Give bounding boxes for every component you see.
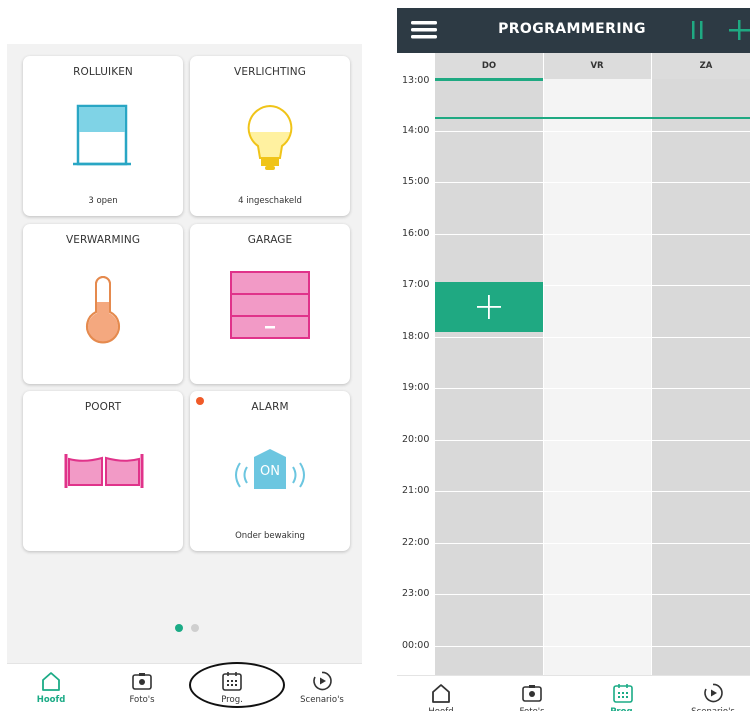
- tab-label: Scenario's: [300, 695, 344, 705]
- tile-garage[interactable]: GARAGE: [190, 224, 350, 384]
- add-icon[interactable]: [729, 19, 750, 41]
- bottom-tab-bar: Hoofd Foto's Prog. S: [7, 663, 362, 711]
- programmering-screen: PROGRAMMERING DO VR ZA 13:00 14:00 15:00 16…: [397, 8, 750, 711]
- hour-label: 18:00: [402, 331, 430, 342]
- current-time-line: [435, 117, 750, 119]
- tab-label: Foto's: [129, 695, 155, 705]
- tile-status: Onder bewaking: [235, 531, 305, 541]
- garage-door-icon: [230, 271, 310, 339]
- day-header: DO: [435, 53, 543, 79]
- tab-fotos[interactable]: Foto's: [497, 676, 567, 711]
- tab-label: Hoofd: [406, 707, 476, 711]
- page-title: PROGRAMMERING: [498, 21, 646, 37]
- tab-hoofd[interactable]: Hoofd: [16, 664, 86, 712]
- hour-line: [435, 234, 750, 235]
- play-icon: [704, 683, 723, 703]
- calendar-icon: [613, 684, 633, 703]
- home-screen: ROLLUIKEN 3 open VERLICHTING 4 ingeschak…: [7, 44, 362, 711]
- play-icon: [313, 671, 332, 691]
- camera-icon: [522, 685, 542, 702]
- page-dot[interactable]: [191, 624, 199, 632]
- home-icon: [42, 672, 60, 691]
- hour-line: [435, 543, 750, 544]
- hour-line: [435, 440, 750, 441]
- hour-label: 22:00: [402, 537, 430, 548]
- hour-label: 13:00: [402, 75, 430, 86]
- hour-label: 21:00: [402, 485, 430, 496]
- tab-label: Scenario's: [678, 707, 748, 711]
- top-bar: PROGRAMMERING: [397, 8, 750, 53]
- hour-label: 16:00: [402, 228, 430, 239]
- camera-icon: [132, 673, 152, 690]
- tab-fotos[interactable]: Foto's: [107, 664, 177, 712]
- light-bulb-icon: [247, 104, 293, 170]
- day-header: ZA: [652, 53, 750, 79]
- hour-label: 23:00: [402, 588, 430, 599]
- tab-label: Hoofd: [36, 695, 66, 705]
- hour-line: [435, 337, 750, 338]
- add-program-slot[interactable]: [435, 282, 543, 332]
- tile-status: 4 ingeschakeld: [238, 196, 302, 206]
- thermometer-icon: [86, 276, 120, 344]
- tab-hoofd[interactable]: Hoofd: [406, 676, 476, 711]
- pause-icon[interactable]: [691, 20, 705, 40]
- day-column-za[interactable]: ZA: [652, 53, 750, 675]
- hour-label: 19:00: [402, 382, 430, 393]
- tab-scenarios[interactable]: Scenario's: [287, 664, 357, 712]
- day-column-do[interactable]: DO: [435, 53, 543, 675]
- day-column-vr[interactable]: VR: [543, 53, 651, 675]
- hour-line: [435, 131, 750, 132]
- hour-line: [435, 491, 750, 492]
- hour-label: 15:00: [402, 176, 430, 187]
- hour-label: 20:00: [402, 434, 430, 445]
- page-dot-active[interactable]: [175, 624, 183, 632]
- alarm-on-badge: ON: [260, 464, 280, 479]
- week-schedule-grid: DO VR ZA 13:00 14:00 15:00 16:00 17:00 18:00 1…: [397, 53, 750, 675]
- tile-status: 3 open: [88, 196, 118, 206]
- tab-prog[interactable]: Prog.: [588, 676, 658, 711]
- hour-line: [435, 388, 750, 389]
- hour-line: [435, 182, 750, 183]
- roller-shutter-icon: [73, 104, 131, 166]
- gate-icon: [64, 454, 144, 488]
- tile-verwarming[interactable]: VERWARMING: [23, 224, 183, 384]
- tab-label: Prog.: [588, 707, 658, 711]
- tile-alarm[interactable]: ALARM ON Onder bewaking: [190, 391, 350, 551]
- today-indicator: [435, 78, 543, 81]
- hour-line: [435, 646, 750, 647]
- hour-line: [435, 594, 750, 595]
- tab-label: Foto's: [497, 707, 567, 711]
- annotation-circle: [189, 662, 285, 708]
- hour-label: 17:00: [402, 279, 430, 290]
- tile-poort[interactable]: POORT: [23, 391, 183, 551]
- tab-scenarios[interactable]: Scenario's: [678, 676, 748, 711]
- tile-rolluiken[interactable]: ROLLUIKEN 3 open: [23, 56, 183, 216]
- bottom-tab-bar: Hoofd Foto's Prog. S: [397, 675, 750, 711]
- home-icon: [432, 684, 450, 703]
- day-header: VR: [543, 53, 651, 79]
- hamburger-menu-icon[interactable]: [411, 19, 437, 41]
- hour-label: 00:00: [402, 640, 430, 651]
- hour-label: 14:00: [402, 125, 430, 136]
- tile-verlichting[interactable]: VERLICHTING 4 ingeschakeld: [190, 56, 350, 216]
- plus-icon: [477, 295, 501, 319]
- column-divider: [651, 53, 652, 675]
- page-indicator: [7, 624, 362, 634]
- column-divider: [543, 53, 544, 675]
